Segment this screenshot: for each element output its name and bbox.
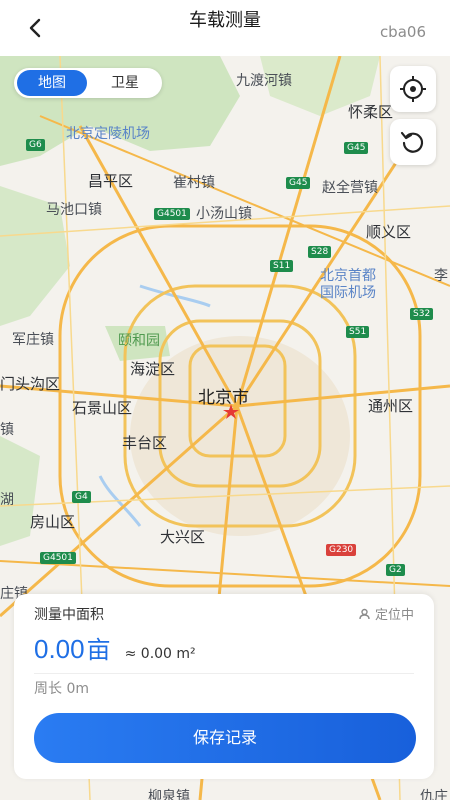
map-label: 门头沟区	[0, 375, 61, 393]
map-type-toggle: 地图 卫星	[14, 68, 162, 98]
map-label: 北京市	[198, 388, 249, 408]
map-label: 赵全营镇	[322, 180, 378, 196]
map-label: 海淀区	[130, 360, 176, 378]
map-label: 军庄镇	[12, 332, 54, 348]
map-label: 九渡河镇	[236, 73, 292, 89]
map-label: 顺义区	[366, 223, 412, 241]
road-shield: G45	[286, 177, 311, 189]
location-status-text: 定位中	[374, 608, 414, 623]
road-shield: G2	[386, 564, 405, 576]
map-label: 小汤山镇	[196, 206, 252, 222]
road-shield: S51	[346, 326, 370, 338]
map-label: 丰台区	[122, 434, 168, 452]
crosshair-icon	[400, 76, 426, 102]
measurement-card: 测量中面积 定位中 0.00 亩 ≈ 0.00 m² 周长 0m 保存记录	[14, 594, 434, 779]
perimeter-value: 周长 0m	[34, 681, 89, 697]
map-label: 崔村镇	[173, 175, 215, 191]
save-record-button[interactable]: 保存记录	[34, 713, 416, 763]
map-label: 房山区	[30, 513, 76, 531]
map-label: 仇庄	[420, 789, 448, 800]
card-title: 测量中面积	[34, 607, 104, 623]
map-type-satellite-button[interactable]: 卫星	[90, 70, 160, 96]
road-shield: G4501	[154, 208, 190, 220]
user-id: cba06	[379, 23, 426, 41]
map-label: 李	[434, 268, 448, 284]
map-label: 颐和园	[118, 333, 160, 349]
map-label: 湖	[0, 492, 14, 508]
map-label: 昌平区	[88, 172, 134, 190]
map-label: 石景山区	[72, 399, 133, 417]
refresh-icon	[400, 131, 424, 153]
map-label: 怀柔区	[348, 103, 394, 121]
header-bar: 车载测量 cba06	[0, 0, 450, 56]
map-label: 镇	[0, 422, 14, 438]
area-readout: 0.00 亩 ≈ 0.00 m²	[34, 630, 196, 665]
road-shield: G45	[344, 142, 369, 154]
map-label: 通州区	[368, 397, 414, 415]
road-shield: S28	[308, 246, 332, 258]
road-shield: G230	[326, 544, 357, 556]
map-label: 马池口镇	[46, 202, 102, 218]
divider	[34, 673, 414, 674]
road-shield: G4501	[40, 552, 76, 564]
person-pin-icon	[359, 608, 370, 620]
area-square-meters: ≈ 0.00 m²	[124, 646, 196, 662]
area-unit: 亩	[86, 636, 111, 664]
location-status: 定位中	[358, 604, 414, 623]
map-label: 大兴区	[160, 528, 206, 546]
map-label: 国际机场	[320, 285, 376, 301]
road-shield: G6	[26, 139, 45, 151]
road-shield: S32	[410, 308, 434, 320]
map-label: 柳泉镇	[148, 789, 190, 800]
road-shield: S11	[270, 260, 294, 272]
area-value: 0.00	[34, 634, 85, 664]
road-shield: G4	[72, 491, 91, 503]
reset-button[interactable]	[390, 119, 436, 165]
map-type-map-button[interactable]: 地图	[17, 70, 87, 96]
map-label: 北京定陵机场	[66, 126, 150, 142]
locate-button[interactable]	[390, 66, 436, 112]
